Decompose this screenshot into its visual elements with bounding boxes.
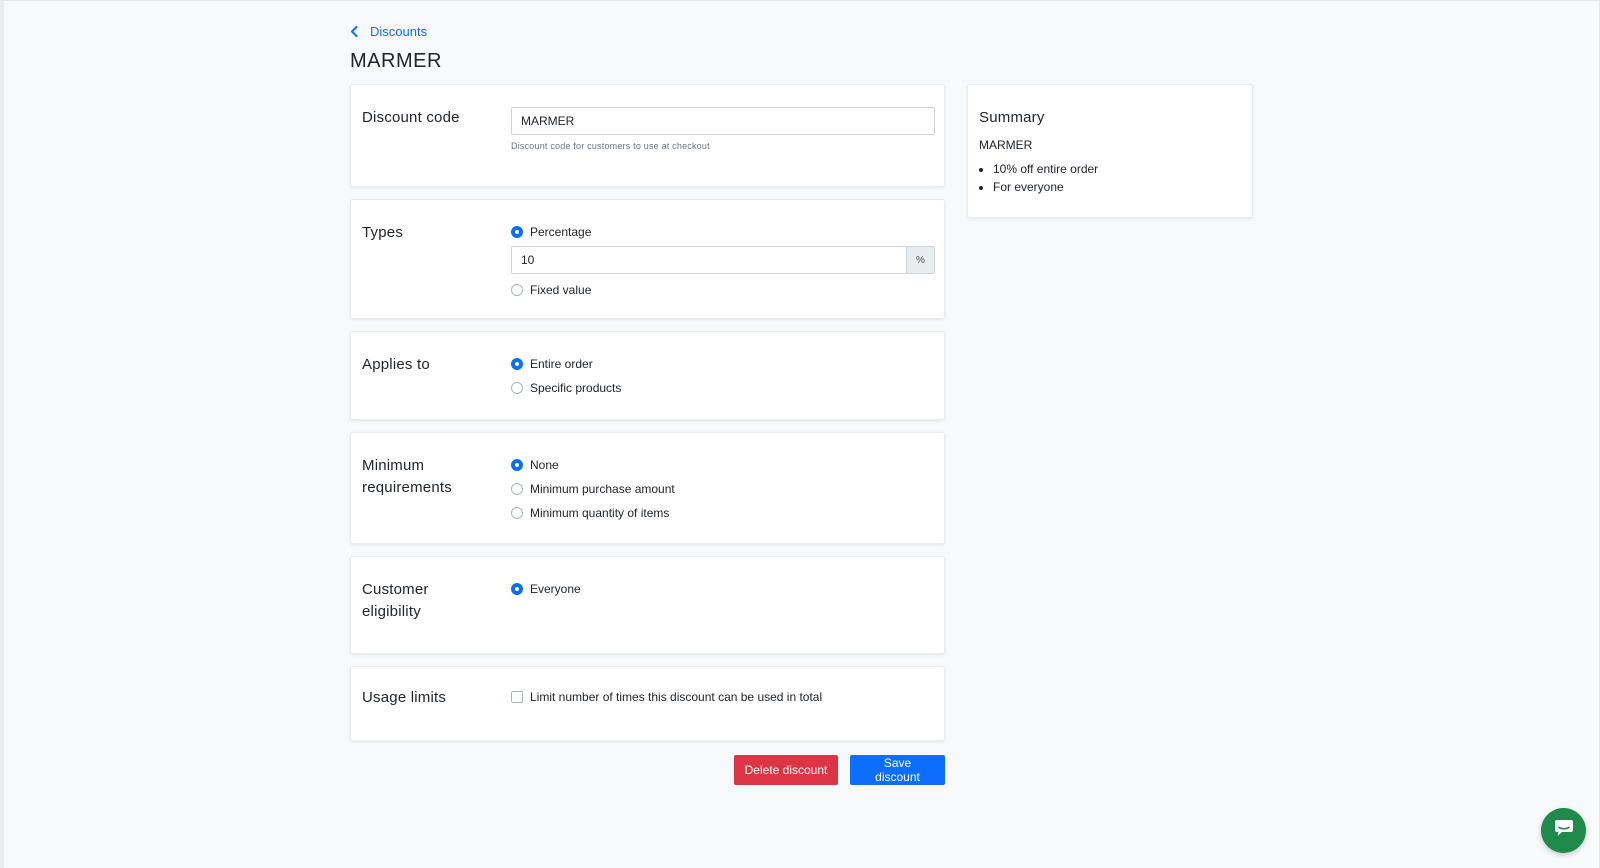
summary-card: Summary MARMER 10% off entire order For … xyxy=(967,84,1253,218)
minimum-quantity-radio[interactable] xyxy=(511,507,523,519)
percentage-option[interactable]: Percentage xyxy=(511,220,933,244)
usage-limits-card: Usage limits Limit number of times this … xyxy=(350,666,945,741)
summary-title: Summary xyxy=(979,109,1045,126)
customer-eligibility-card: Customer eligibility Everyone xyxy=(350,556,945,654)
everyone-radio[interactable] xyxy=(511,583,523,595)
fixed-value-option[interactable]: Fixed value xyxy=(511,278,933,302)
discount-code-help: Discount code for customers to use at ch… xyxy=(511,141,710,151)
entire-order-option[interactable]: Entire order xyxy=(511,352,933,376)
minimum-quantity-option[interactable]: Minimum quantity of items xyxy=(511,501,933,525)
percent-suffix: % xyxy=(907,246,935,274)
types-label: Types xyxy=(362,224,404,241)
minimum-requirements-card: Minimum requirements None Minimum purcha… xyxy=(350,432,945,544)
usage-limits-label: Usage limits xyxy=(362,689,447,706)
applies-to-card: Applies to Entire order Specific product… xyxy=(350,331,945,420)
fixed-value-radio[interactable] xyxy=(511,284,523,296)
types-card: Types Percentage % Fixed value xyxy=(350,199,945,319)
top-border xyxy=(0,0,1600,1)
minimum-quantity-option-label: Minimum quantity of items xyxy=(530,506,670,520)
limit-total-checkbox[interactable] xyxy=(511,691,523,703)
percentage-input-group: % xyxy=(511,246,935,274)
back-to-discounts-link[interactable]: Discounts xyxy=(350,24,427,39)
summary-item: 10% off entire order xyxy=(993,160,1098,178)
entire-order-option-label: Entire order xyxy=(530,357,593,371)
minimum-none-radio[interactable] xyxy=(511,459,523,471)
minimum-none-option[interactable]: None xyxy=(511,453,933,477)
summary-code: MARMER xyxy=(979,138,1033,152)
entire-order-radio[interactable] xyxy=(511,358,523,370)
percentage-radio[interactable] xyxy=(511,226,523,238)
customer-eligibility-label: Customer eligibility xyxy=(362,581,429,620)
specific-products-radio[interactable] xyxy=(511,382,523,394)
minimum-amount-option[interactable]: Minimum purchase amount xyxy=(511,477,933,501)
limit-total-option[interactable]: Limit number of times this discount can … xyxy=(511,685,933,709)
minimum-none-option-label: None xyxy=(530,458,559,472)
specific-products-option-label: Specific products xyxy=(530,381,622,395)
percentage-value-input[interactable] xyxy=(511,246,907,274)
applies-to-label: Applies to xyxy=(362,356,430,373)
discount-code-input[interactable] xyxy=(511,107,935,135)
delete-discount-button[interactable]: Delete discount xyxy=(734,755,838,785)
back-link-label: Discounts xyxy=(370,24,428,39)
minimum-amount-option-label: Minimum purchase amount xyxy=(530,482,675,496)
minimum-requirements-label: Minimum requirements xyxy=(362,457,452,496)
everyone-option-label: Everyone xyxy=(530,582,581,596)
page-title: MARMER xyxy=(350,50,442,72)
specific-products-option[interactable]: Specific products xyxy=(511,376,933,400)
minimum-amount-radio[interactable] xyxy=(511,483,523,495)
summary-list: 10% off entire order For everyone xyxy=(979,160,1098,196)
summary-item: For everyone xyxy=(993,178,1098,196)
chat-launcher-button[interactable] xyxy=(1541,808,1586,853)
chevron-left-icon xyxy=(350,26,358,37)
limit-total-option-label: Limit number of times this discount can … xyxy=(530,690,823,704)
discount-code-label: Discount code xyxy=(362,109,460,126)
save-discount-button[interactable]: Save discount xyxy=(850,755,945,785)
discount-code-card: Discount code Discount code for customer… xyxy=(350,84,945,187)
percentage-option-label: Percentage xyxy=(530,225,592,239)
left-edge xyxy=(0,0,4,868)
chat-icon xyxy=(1554,819,1574,842)
everyone-option[interactable]: Everyone xyxy=(511,577,933,601)
fixed-value-option-label: Fixed value xyxy=(530,283,592,297)
